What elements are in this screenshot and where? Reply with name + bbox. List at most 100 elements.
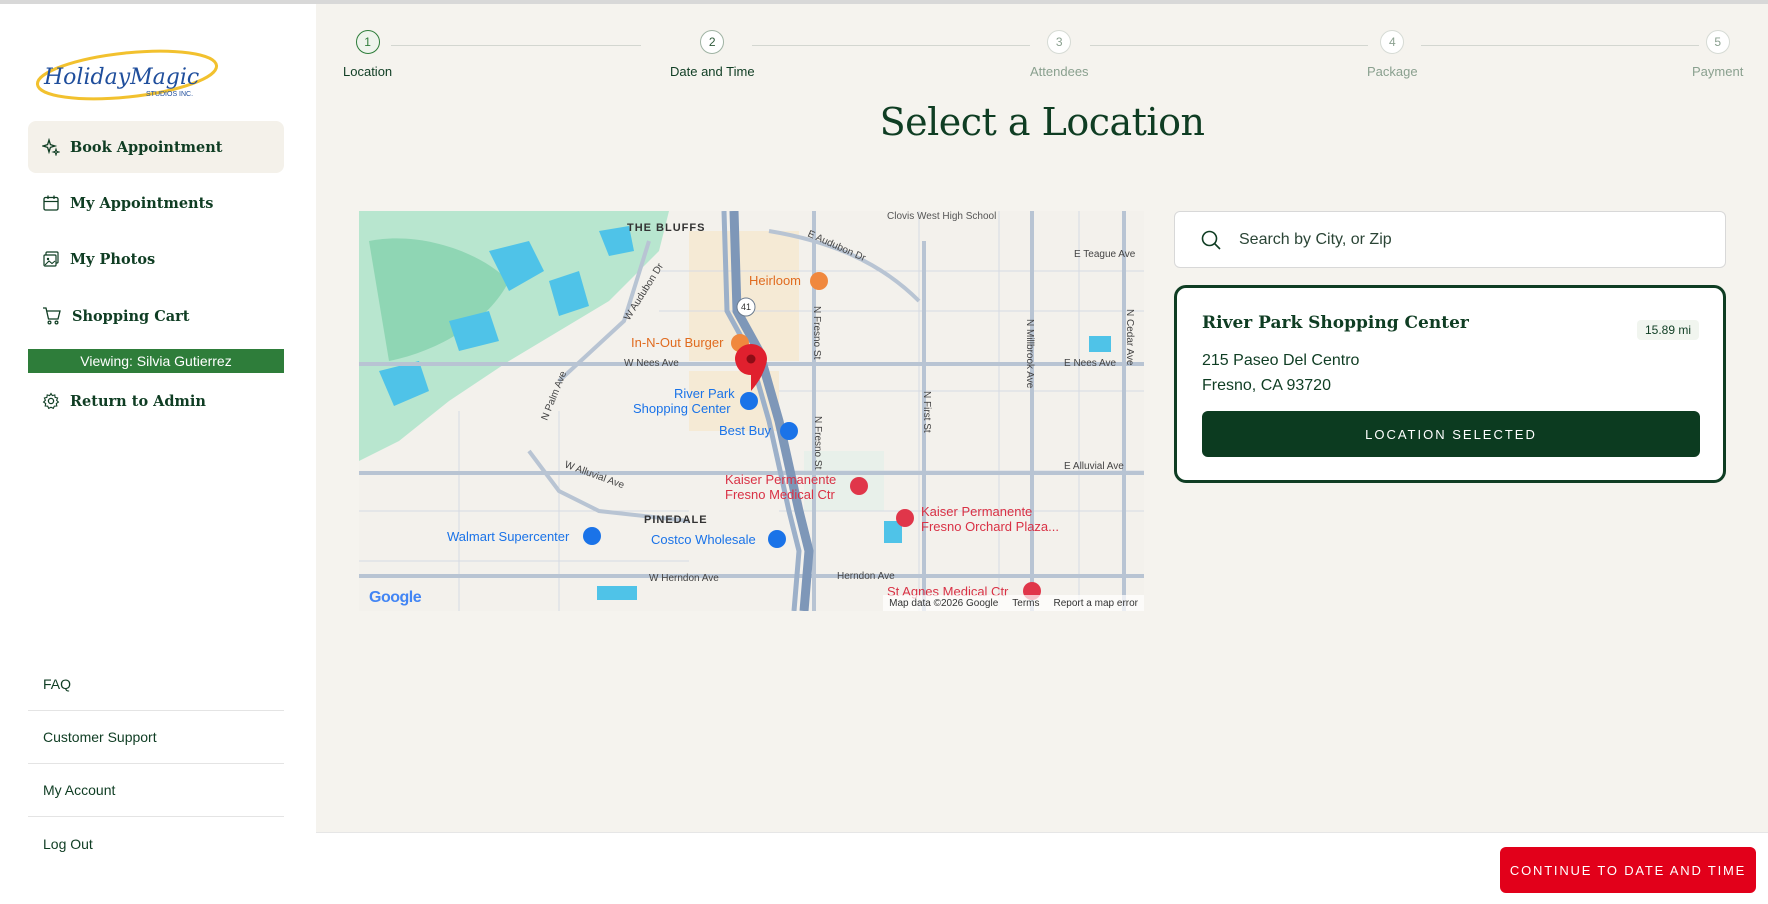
map-label-e-nees: E Nees Ave bbox=[1064, 358, 1117, 369]
map-report-link[interactable]: Report a map error bbox=[1054, 598, 1138, 609]
step-label: Payment bbox=[1692, 64, 1744, 79]
footer-link-faq[interactable]: FAQ bbox=[28, 658, 284, 711]
step-label: Attendees bbox=[1030, 64, 1089, 79]
map-label-bluffs: THE BLUFFS bbox=[627, 222, 705, 234]
map-label-w-alluvial: W Alluvial Ave bbox=[563, 459, 626, 491]
location-search[interactable] bbox=[1174, 211, 1726, 268]
address-line-1: 215 Paseo Del Centro bbox=[1202, 352, 1360, 369]
sidebar-item-book-appointment[interactable]: Book Appointment bbox=[28, 121, 284, 173]
step-number: 1 bbox=[355, 30, 380, 54]
logo-text-studios: STUDIOS INC. bbox=[146, 91, 193, 98]
map-label-shopping-center[interactable]: Shopping Center bbox=[633, 401, 731, 416]
map-data-text: Map data ©2026 Google bbox=[889, 597, 999, 609]
step-date-and-time[interactable]: 2 Date and Time bbox=[670, 30, 755, 79]
hospital-icon[interactable] bbox=[896, 509, 914, 527]
step-label: Package bbox=[1367, 64, 1418, 79]
map-label-kaiser-1a[interactable]: Kaiser Permanente bbox=[725, 472, 836, 487]
search-input[interactable] bbox=[1239, 230, 1699, 249]
step-connector bbox=[752, 45, 1030, 46]
shopping-icon[interactable] bbox=[740, 392, 758, 410]
map-label-walmart[interactable]: Walmart Supercenter bbox=[447, 529, 570, 544]
distance-badge: 15.89 mi bbox=[1636, 320, 1699, 340]
map-label-n-palm: N Palm Ave bbox=[540, 369, 570, 422]
footer-link-my-account[interactable]: My Account bbox=[28, 764, 284, 817]
step-location[interactable]: 1 Location bbox=[343, 30, 392, 79]
step-connector bbox=[391, 45, 641, 46]
footer-link-log-out[interactable]: Log Out bbox=[28, 817, 284, 870]
logo-text-holiday: HolidayMagic bbox=[43, 65, 199, 90]
calendar-icon bbox=[42, 194, 60, 212]
holiday-magic-logo[interactable]: HolidayMagic STUDIOS INC. bbox=[34, 46, 220, 104]
shopping-bag-icon[interactable] bbox=[768, 530, 786, 548]
bottom-action-bar: CONTINUE TO DATE AND TIME bbox=[316, 832, 1768, 904]
sidebar-item-label: Return to Admin bbox=[70, 392, 206, 410]
location-address: 215 Paseo Del Centro Fresno, CA 93720 bbox=[1202, 348, 1359, 398]
sparkle-icon bbox=[42, 138, 60, 156]
step-attendees[interactable]: 3 Attendees bbox=[1030, 30, 1089, 79]
google-logo: Google bbox=[369, 589, 422, 607]
address-line-2: Fresno, CA 93720 bbox=[1202, 377, 1331, 394]
location-selected-button[interactable]: LOCATION SELECTED bbox=[1202, 411, 1700, 457]
sidebar-item-my-appointments[interactable]: My Appointments bbox=[28, 177, 284, 229]
map-label-in-n-out[interactable]: In-N-Out Burger bbox=[631, 335, 724, 350]
map-water bbox=[1089, 336, 1111, 352]
sidebar-item-label: My Photos bbox=[70, 250, 156, 268]
sidebar-item-shopping-cart[interactable]: Shopping Cart bbox=[28, 290, 284, 342]
map-terms-link[interactable]: Terms bbox=[1012, 598, 1039, 609]
map-label-heirloom[interactable]: Heirloom bbox=[749, 273, 801, 288]
footer-link-customer-support[interactable]: Customer Support bbox=[28, 711, 284, 764]
sidebar-item-label: My Appointments bbox=[70, 194, 214, 212]
map-label-w-nees: W Nees Ave bbox=[624, 358, 679, 369]
search-icon bbox=[1199, 228, 1223, 252]
gear-icon bbox=[42, 392, 60, 410]
sidebar-item-label: Shopping Cart bbox=[72, 307, 190, 325]
map-label-kaiser-2b[interactable]: Fresno Orchard Plaza... bbox=[921, 519, 1059, 534]
location-name: River Park Shopping Center bbox=[1202, 313, 1469, 333]
location-card[interactable]: River Park Shopping Center 15.89 mi 215 … bbox=[1174, 285, 1726, 483]
step-label: Date and Time bbox=[670, 64, 755, 79]
map-label-w-herndon: W Herndon Ave bbox=[649, 573, 719, 584]
shopping-bag-icon[interactable] bbox=[780, 422, 798, 440]
step-payment[interactable]: 5 Payment bbox=[1692, 30, 1743, 79]
map-label-hwy41: 41 bbox=[741, 302, 751, 312]
cart-pin-icon[interactable] bbox=[583, 527, 601, 545]
continue-button[interactable]: CONTINUE TO DATE AND TIME bbox=[1500, 847, 1756, 893]
photos-icon bbox=[42, 250, 60, 268]
sidebar-item-my-photos[interactable]: My Photos bbox=[28, 233, 284, 285]
map-label-herndon: Herndon Ave bbox=[837, 571, 895, 582]
map-label-n-fresno-lower: N Fresno St bbox=[812, 416, 823, 470]
sidebar: HolidayMagic STUDIOS INC. Book Appointme… bbox=[0, 4, 316, 904]
map-label-best-buy[interactable]: Best Buy bbox=[719, 423, 772, 438]
cart-icon bbox=[42, 307, 62, 325]
map-label-clovis: Clovis West High School bbox=[887, 211, 996, 222]
map-label-e-teague: E Teague Ave bbox=[1074, 249, 1136, 260]
step-connector bbox=[1421, 45, 1699, 46]
map-label-n-cedar: N Cedar Ave bbox=[1124, 309, 1135, 366]
map-label-n-fresno-upper: N Fresno St bbox=[811, 306, 822, 360]
map-label-kaiser-2a[interactable]: Kaiser Permanente bbox=[921, 504, 1032, 519]
restaurant-icon[interactable] bbox=[810, 272, 828, 290]
map-label-costco[interactable]: Costco Wholesale bbox=[651, 532, 756, 547]
location-map[interactable]: 41 THE BLUFFS PINEDALE Clovis West High … bbox=[359, 211, 1144, 611]
booking-stepper: 1 Location 2 Date and Time 3 Attendees 4… bbox=[316, 4, 1768, 84]
map-label-e-alluvial: E Alluvial Ave bbox=[1064, 461, 1124, 472]
map-label-pinedale: PINEDALE bbox=[644, 514, 708, 526]
viewing-as-banner: Viewing: Silvia Gutierrez bbox=[28, 349, 284, 373]
step-connector bbox=[1090, 45, 1368, 46]
step-number: 5 bbox=[1705, 30, 1730, 54]
map-label-kaiser-1b[interactable]: Fresno Medical Ctr bbox=[725, 487, 835, 502]
map-label-river-park[interactable]: River Park bbox=[674, 386, 735, 401]
step-number: 4 bbox=[1380, 30, 1405, 54]
sidebar-item-return-to-admin[interactable]: Return to Admin bbox=[28, 375, 284, 427]
map-water bbox=[597, 586, 637, 600]
hospital-icon[interactable] bbox=[850, 477, 868, 495]
map-label-n-first: N First St bbox=[921, 391, 932, 433]
step-number: 2 bbox=[700, 30, 725, 54]
page-title: Select a Location bbox=[879, 100, 1205, 144]
map-label-n-millbrook: N Millbrook Ave bbox=[1024, 319, 1035, 389]
google-logo-text: Google bbox=[369, 589, 422, 606]
step-number: 3 bbox=[1047, 30, 1072, 54]
pin-dot bbox=[746, 354, 756, 364]
step-package[interactable]: 4 Package bbox=[1367, 30, 1418, 79]
step-label: Location bbox=[343, 64, 393, 79]
